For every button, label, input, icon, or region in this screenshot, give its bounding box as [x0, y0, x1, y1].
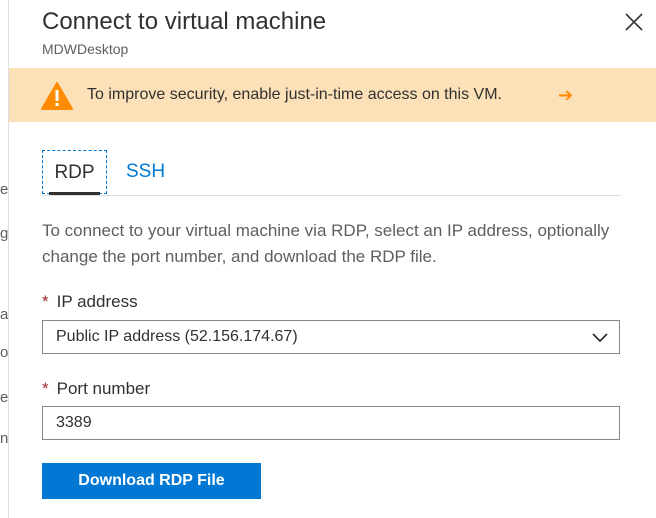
background-blade-edge: er g a o e n: [0, 0, 9, 518]
tab-rdp[interactable]: RDP: [42, 150, 107, 195]
port-number-label-text: Port number: [56, 379, 151, 398]
background-text: o: [0, 344, 9, 361]
background-text: a: [0, 306, 9, 323]
panel-subtitle: MDWDesktop: [42, 41, 129, 57]
security-banner: To improve security, enable just-in-time…: [9, 68, 656, 122]
rdp-description: To connect to your virtual machine via R…: [42, 221, 610, 266]
ip-address-dropdown[interactable]: Public IP address (52.156.174.67): [42, 320, 620, 354]
download-rdp-file-button[interactable]: Download RDP File: [42, 463, 261, 499]
ip-address-label-text: IP address: [56, 292, 138, 311]
background-text: g: [0, 225, 9, 242]
warning-icon: [41, 82, 73, 110]
ip-address-value: Public IP address (52.156.174.67): [56, 328, 298, 345]
ip-address-label: * IP address: [42, 292, 138, 312]
panel-title: Connect to virtual machine: [42, 8, 327, 35]
background-text: e: [0, 389, 9, 406]
close-button[interactable]: [622, 10, 646, 34]
required-marker: *: [42, 292, 49, 311]
tab-ssh[interactable]: SSH: [126, 150, 165, 194]
port-number-input[interactable]: [42, 406, 620, 440]
background-text: er: [0, 181, 9, 198]
connect-panel: Connect to virtual machine MDWDesktop To…: [9, 0, 656, 518]
port-number-label: * Port number: [42, 379, 150, 399]
banner-text: To improve security, enable just-in-time…: [87, 86, 502, 103]
arrow-right-icon[interactable]: ➔: [558, 85, 573, 106]
chevron-down-icon: [592, 333, 608, 343]
background-text: n: [0, 430, 9, 447]
tab-bar: RDP SSH: [42, 150, 621, 196]
close-icon: [625, 13, 643, 31]
required-marker: *: [42, 379, 49, 398]
